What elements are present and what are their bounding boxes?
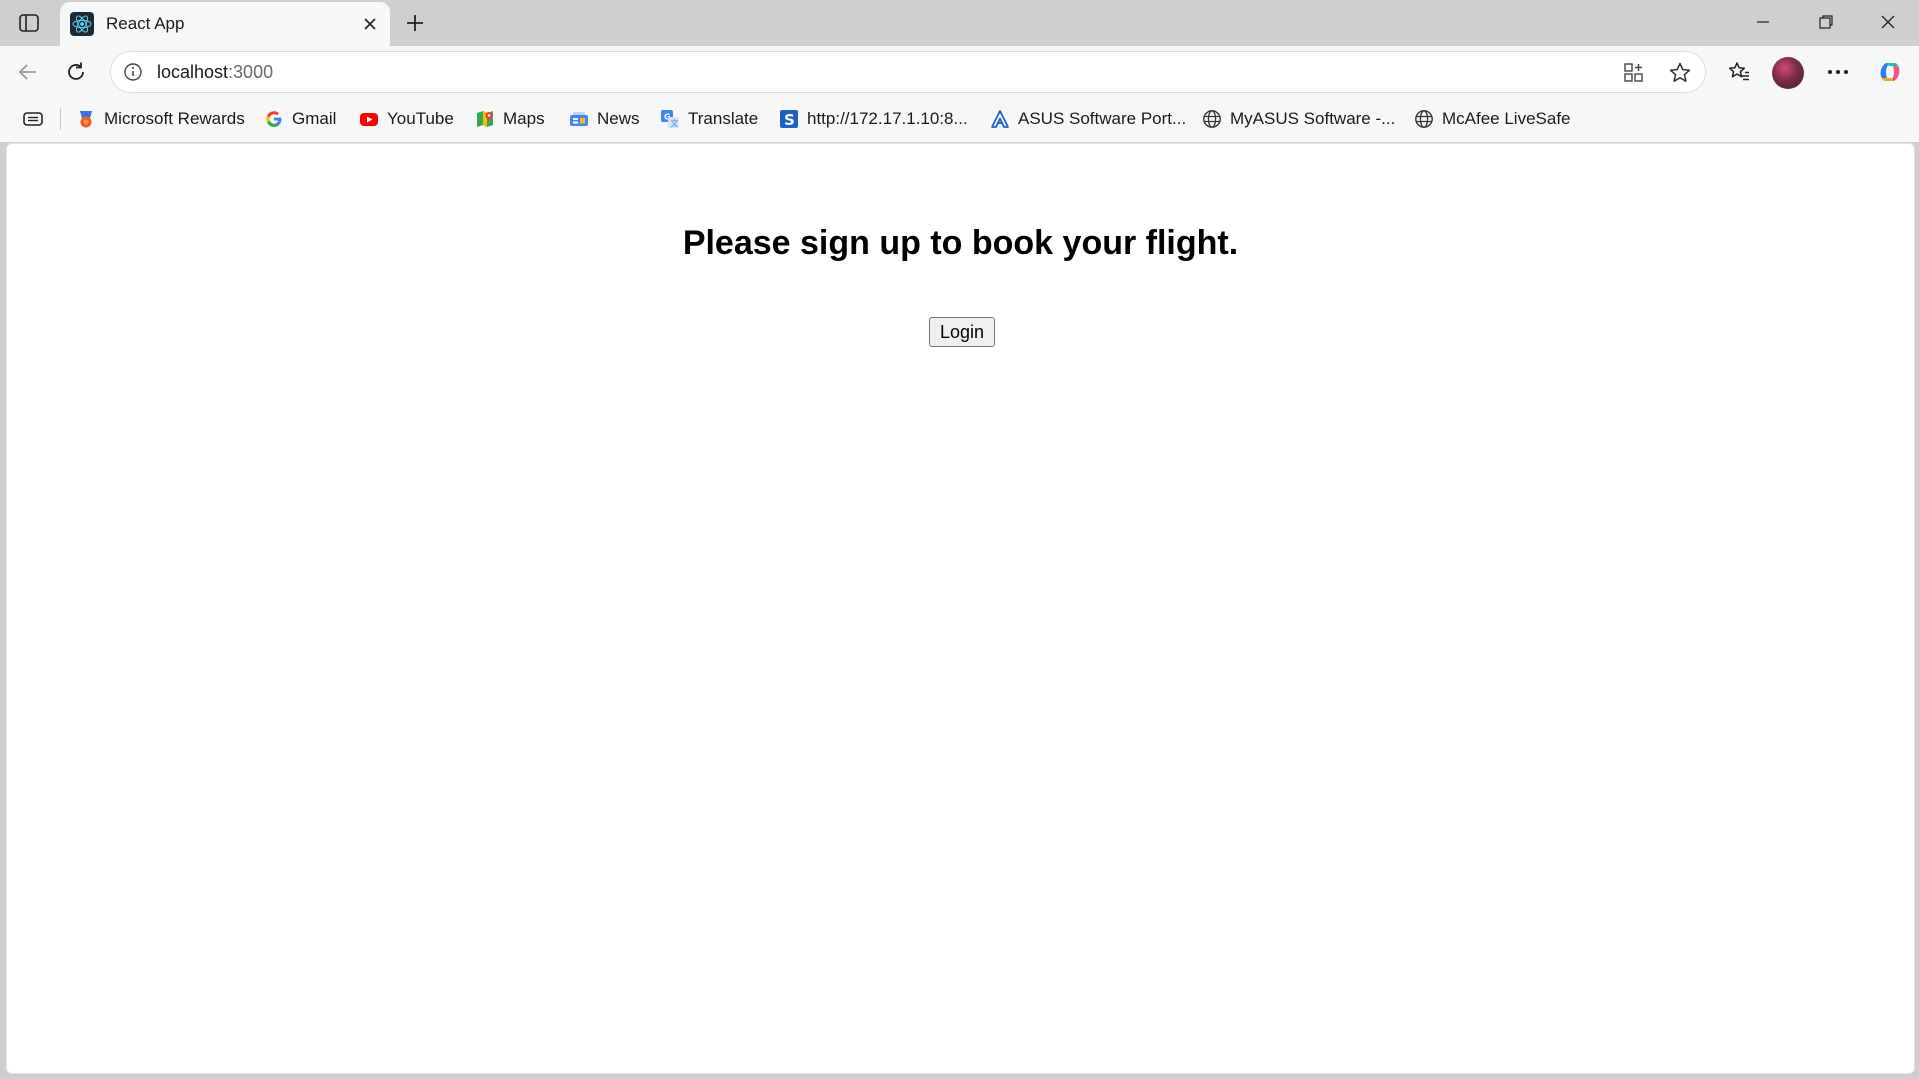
bookmark-label: News xyxy=(597,109,640,128)
bookmark-label: Maps xyxy=(503,109,545,128)
address-bar[interactable]: localhost:3000 xyxy=(110,51,1706,93)
bookmark-local-server[interactable]: S http://172.17.1.10:8... xyxy=(779,106,968,132)
bookmark-label: http://172.17.1.10:8... xyxy=(807,109,968,128)
restore-icon[interactable] xyxy=(1795,0,1857,44)
more-options-icon[interactable] xyxy=(1821,55,1855,89)
profile-avatar[interactable] xyxy=(1772,57,1804,89)
page-viewport: Please sign up to book your flight. Logi… xyxy=(6,143,1915,1074)
site-info-icon[interactable] xyxy=(121,60,145,84)
tab-title: React App xyxy=(106,14,185,33)
bookmark-news[interactable]: News xyxy=(569,106,640,132)
bookmark-label: Gmail xyxy=(292,109,337,128)
back-icon[interactable] xyxy=(11,55,45,89)
bookmarks-divider xyxy=(60,108,61,130)
new-tab-icon[interactable] xyxy=(400,8,430,38)
bookmark-microsoft-rewards[interactable]: Microsoft Rewards xyxy=(76,106,245,132)
bookmark-mcafee-livesafe[interactable]: McAfee LiveSafe xyxy=(1414,106,1571,132)
translate-icon: G文 xyxy=(660,109,680,129)
favorites-icon[interactable] xyxy=(1722,55,1756,89)
login-button[interactable]: Login xyxy=(929,317,995,347)
bookmark-label: Microsoft Rewards xyxy=(104,109,245,128)
svg-text:S: S xyxy=(784,111,795,129)
react-icon xyxy=(70,12,94,36)
url-text[interactable]: localhost:3000 xyxy=(157,62,273,83)
bookmark-label: Translate xyxy=(688,109,759,128)
bookmark-maps[interactable]: Maps xyxy=(475,106,545,132)
asus-icon xyxy=(990,109,1010,129)
svg-text:文: 文 xyxy=(671,118,679,128)
bookmark-label: McAfee LiveSafe xyxy=(1442,109,1571,128)
google-icon xyxy=(264,109,284,129)
tab-react-app[interactable]: React App xyxy=(60,2,390,46)
bookmark-asus-software-portal[interactable]: ASUS Software Port... xyxy=(990,106,1186,132)
globe-icon xyxy=(1202,109,1222,129)
copilot-icon[interactable] xyxy=(1873,55,1907,89)
maps-icon xyxy=(475,109,495,129)
s-icon: S xyxy=(779,109,799,129)
url-host: localhost xyxy=(157,62,229,82)
refresh-icon[interactable] xyxy=(59,55,93,89)
minimize-icon[interactable] xyxy=(1732,0,1794,44)
news-icon xyxy=(569,109,589,129)
bookmark-label: MyASUS Software -... xyxy=(1230,109,1396,128)
youtube-icon xyxy=(359,109,379,129)
app-available-icon[interactable] xyxy=(1621,60,1647,86)
bookmark-myasus-software[interactable]: MyASUS Software -... xyxy=(1202,106,1395,132)
bookmark-label: ASUS Software Port... xyxy=(1018,109,1187,128)
page-heading: Please sign up to book your flight. xyxy=(682,224,1239,262)
rewards-icon xyxy=(76,109,96,129)
bookmarks-bar: Microsoft Rewards Gmail YouTube Maps New… xyxy=(0,96,1919,142)
tab-strip: React App xyxy=(0,0,1919,46)
close-tab-icon[interactable] xyxy=(358,12,382,36)
collections-icon[interactable] xyxy=(20,107,46,131)
tab-actions-icon[interactable] xyxy=(14,8,44,38)
bookmark-gmail[interactable]: Gmail xyxy=(264,106,336,132)
favorite-star-icon[interactable] xyxy=(1667,60,1693,86)
bookmark-label: YouTube xyxy=(387,109,454,128)
close-window-icon[interactable] xyxy=(1857,0,1919,44)
bookmark-youtube[interactable]: YouTube xyxy=(359,106,454,132)
bookmark-translate[interactable]: G文 Translate xyxy=(660,106,758,132)
url-port: :3000 xyxy=(228,62,274,82)
globe-icon xyxy=(1414,109,1434,129)
browser-toolbar: localhost:3000 xyxy=(0,46,1919,96)
